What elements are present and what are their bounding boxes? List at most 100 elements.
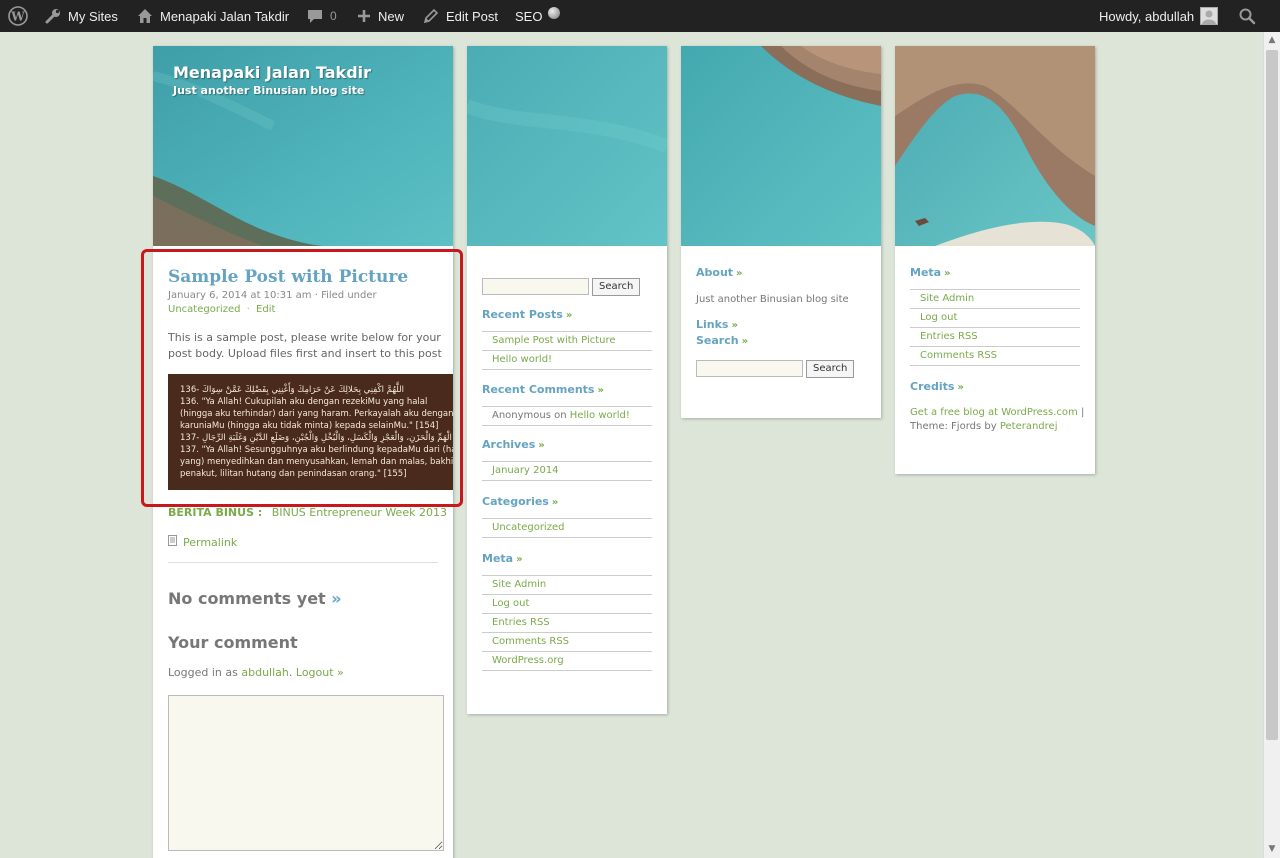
new-content-menu[interactable]: New	[356, 0, 404, 32]
seo-status-icon	[548, 7, 561, 19]
categories-title: Categories	[482, 495, 549, 508]
edit-post-menu[interactable]: Edit Post	[422, 0, 498, 32]
meta-item-wordpress-org[interactable]: WordPress.org	[482, 652, 652, 671]
comment-post-link[interactable]: Hello world!	[570, 410, 630, 421]
post-category-row: Uncategorized · Edit	[168, 304, 275, 315]
comment-textarea[interactable]	[168, 695, 444, 851]
meta-item-site-admin[interactable]: Site Admin	[482, 576, 652, 595]
theme-author-link[interactable]: Peterandrej	[1000, 421, 1058, 432]
meta-item-comments-rss[interactable]: Comments RSS	[910, 347, 1080, 366]
site-name-label: Menapaki Jalan Takdir	[160, 8, 290, 24]
credits-heading: Credits»	[910, 380, 964, 393]
header-image-part-4	[895, 46, 1095, 246]
account-menu[interactable]: Howdy, abdullah	[1099, 0, 1219, 32]
quote-line: اللَّهُمَّ اكْفِنِي بِحَلالِكَ عَنْ حَرَ…	[180, 385, 405, 395]
meta-separator: ·	[246, 304, 250, 315]
archive-item[interactable]: January 2014	[482, 462, 652, 481]
page-scrollbar[interactable]: ▲ ▼	[1263, 32, 1280, 858]
recent-posts-list: Sample Post with Picture Hello world!	[482, 331, 652, 370]
meta-item-entries-rss[interactable]: Entries RSS	[910, 328, 1080, 347]
post-column: Menapaki Jalan Takdir Just another Binus…	[153, 46, 453, 858]
post-body: This is a sample post, please write belo…	[168, 331, 442, 360]
sidebar-search-button[interactable]: Search	[592, 278, 641, 296]
scroll-thumb[interactable]	[1266, 50, 1278, 740]
archives-heading: Archives»	[482, 438, 545, 451]
my-sites-menu[interactable]: My Sites	[44, 0, 118, 32]
recent-post-item[interactable]: Hello world!	[482, 351, 652, 370]
sidebar-column-1: Search Recent Posts» Sample Post with Pi…	[467, 46, 667, 714]
credits-title: Credits	[910, 380, 955, 393]
meta-item-log-out[interactable]: Log out	[910, 309, 1080, 328]
svg-text:W: W	[10, 10, 25, 24]
home-icon	[136, 7, 154, 25]
recent-post-item[interactable]: Sample Post with Picture	[482, 332, 652, 351]
quote-line: 137. "Ya Allah! Sesungguhnya aku berlind…	[180, 445, 453, 455]
no-comments-heading: No comments yet »	[168, 589, 342, 608]
admin-bar: W My Sites Menapaki Jalan Takdir 0 New E…	[0, 0, 1280, 32]
quote-line: (hingga aku terhindar) dari yang haram. …	[180, 409, 453, 419]
quote-line: اللَّهُمَّ إِنِّي أَعُوذُ بِكَ مِنَ الْه…	[180, 433, 453, 443]
recent-posts-title: Recent Posts	[482, 308, 563, 321]
plus-icon	[356, 8, 372, 24]
raquo-icon: »	[565, 310, 573, 321]
raquo-icon: »	[944, 268, 951, 279]
quote-line: karuniaMu (hingga aku tidak minta) kepad…	[180, 421, 439, 431]
meta-item-log-out[interactable]: Log out	[482, 595, 652, 614]
category-link[interactable]: Uncategorized	[168, 304, 240, 315]
search-widget-button[interactable]: Search	[806, 360, 855, 378]
search-title: Search	[696, 334, 739, 347]
wordpress-com-link[interactable]: Get a free blog at WordPress.com	[910, 407, 1078, 418]
scroll-down-arrow-icon[interactable]: ▼	[1264, 841, 1280, 858]
meta-heading: Meta»	[482, 552, 523, 565]
raquo-icon: »	[331, 589, 342, 608]
meta-item-comments-rss[interactable]: Comments RSS	[482, 633, 652, 652]
about-heading: About»	[696, 266, 743, 279]
sidebar-column-2: About» Just another Binusian blog site L…	[681, 46, 881, 418]
logout-link[interactable]: Logout »	[296, 666, 344, 679]
links-heading: Links»	[696, 318, 738, 331]
berita-link[interactable]: BINUS Entrepreneur Week 2013	[272, 506, 447, 519]
seo-menu[interactable]: SEO	[515, 0, 561, 32]
admin-search-icon[interactable]	[1238, 0, 1256, 32]
scroll-up-arrow-icon[interactable]: ▲	[1264, 32, 1280, 49]
raquo-icon: »	[538, 440, 545, 451]
theme-credit: Theme: Fjords by	[910, 421, 997, 432]
about-title: About	[696, 266, 734, 279]
edit-post-label: Edit Post	[446, 8, 499, 24]
your-comment-heading: Your comment	[168, 633, 298, 652]
raquo-icon: »	[957, 382, 964, 393]
new-label: New	[378, 8, 405, 24]
user-profile-link[interactable]: abdullah	[241, 666, 289, 679]
meta-item-site-admin[interactable]: Site Admin	[910, 290, 1080, 309]
category-item[interactable]: Uncategorized	[482, 519, 652, 538]
links-title: Links	[696, 318, 729, 331]
comments-menu[interactable]: 0	[306, 0, 337, 32]
document-icon	[168, 535, 177, 549]
search-heading: Search»	[696, 334, 748, 347]
site-name-menu[interactable]: Menapaki Jalan Takdir	[136, 0, 289, 32]
comment-author: Anonymous on	[492, 410, 567, 421]
recent-posts-heading: Recent Posts»	[482, 308, 572, 321]
sidebar-search-input[interactable]	[482, 278, 589, 295]
quote-line: yang) menyedihkan dan menyusahkan, lemah…	[180, 457, 453, 467]
categories-heading: Categories»	[482, 495, 558, 508]
archives-list: January 2014	[482, 461, 652, 481]
credits-text: Get a free blog at WordPress.com | Theme…	[910, 406, 1085, 434]
post-title[interactable]: Sample Post with Picture	[168, 267, 408, 287]
recent-comments-list: Anonymous on Hello world!	[482, 406, 652, 426]
permalink-link[interactable]: Permalink	[183, 536, 237, 549]
edit-post-link[interactable]: Edit	[256, 304, 275, 315]
no-comments-text: No comments yet	[168, 589, 326, 608]
header-image-part-1: Menapaki Jalan Takdir Just another Binus…	[153, 46, 453, 246]
quote-line: 136. "Ya Allah! Cukupilah aku dengan rez…	[180, 397, 428, 407]
meta-heading-right: Meta»	[910, 266, 951, 279]
blog-title[interactable]: Menapaki Jalan Takdir	[173, 63, 371, 82]
seo-label: SEO	[515, 8, 543, 24]
wrench-icon	[44, 7, 62, 25]
recent-comment-item: Anonymous on Hello world!	[482, 407, 652, 426]
search-widget-input[interactable]	[696, 360, 803, 377]
raquo-icon: »	[736, 268, 743, 279]
meta-item-entries-rss[interactable]: Entries RSS	[482, 614, 652, 633]
wordpress-logo-icon[interactable]: W	[8, 0, 28, 32]
comments-count: 0	[330, 9, 337, 23]
